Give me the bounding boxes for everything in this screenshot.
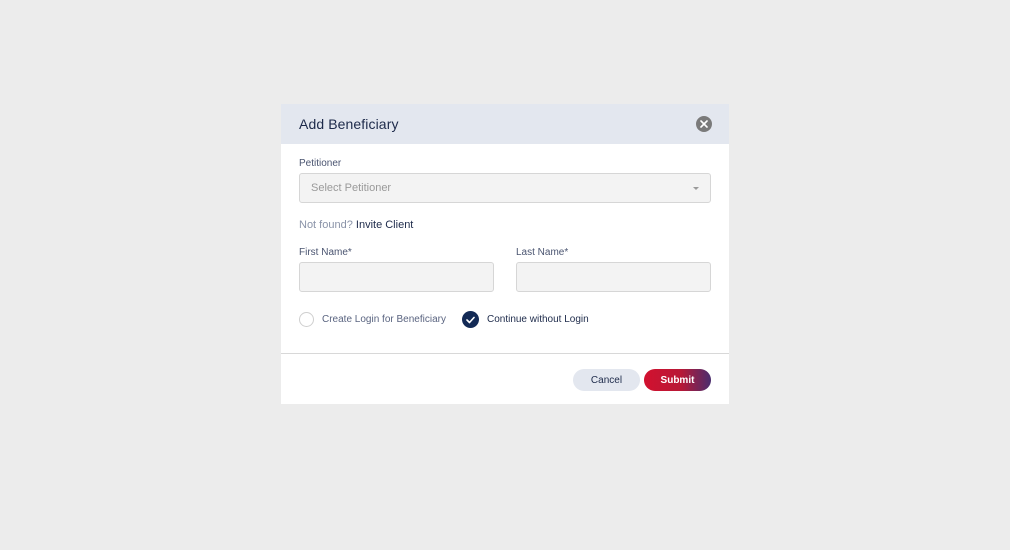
name-row: First Name* Last Name* <box>299 247 711 292</box>
continue-without-login-label: Continue without Login <box>486 314 589 325</box>
petitioner-placeholder: Select Petitioner <box>311 182 392 194</box>
last-name-label: Last Name* <box>516 247 569 258</box>
last-name-group: Last Name* <box>516 247 711 292</box>
radio-checked-icon <box>461 311 479 328</box>
first-name-label: First Name* <box>299 247 352 258</box>
close-icon[interactable] <box>696 116 712 132</box>
create-login-radio[interactable]: Create Login for Beneficiary <box>299 312 446 327</box>
login-option-group: Create Login for Beneficiary Continue wi… <box>299 311 711 328</box>
first-name-field[interactable] <box>299 262 494 292</box>
cancel-button[interactable]: Cancel <box>573 369 640 391</box>
modal-header: Add Beneficiary <box>281 104 729 144</box>
not-found-row: Not found? Invite Client <box>299 219 711 231</box>
modal-footer: Cancel Submit <box>573 369 711 391</box>
footer-divider <box>281 353 729 354</box>
modal-body: Petitioner Select Petitioner Not found? … <box>281 144 729 328</box>
modal-title: Add Beneficiary <box>299 116 399 132</box>
not-found-text: Not found? <box>299 219 353 231</box>
first-name-group: First Name* <box>299 247 494 292</box>
radio-unchecked-icon <box>299 312 314 327</box>
petitioner-select[interactable]: Select Petitioner <box>299 173 711 203</box>
continue-without-login-radio[interactable]: Continue without Login <box>461 311 589 328</box>
submit-button[interactable]: Submit <box>644 369 711 391</box>
invite-client-link[interactable]: Invite Client <box>356 219 413 231</box>
add-beneficiary-modal: Add Beneficiary Petitioner Select Petiti… <box>281 104 729 404</box>
chevron-down-icon <box>693 186 699 190</box>
create-login-label: Create Login for Beneficiary <box>322 314 446 325</box>
petitioner-label: Petitioner <box>299 158 342 169</box>
last-name-field[interactable] <box>516 262 711 292</box>
